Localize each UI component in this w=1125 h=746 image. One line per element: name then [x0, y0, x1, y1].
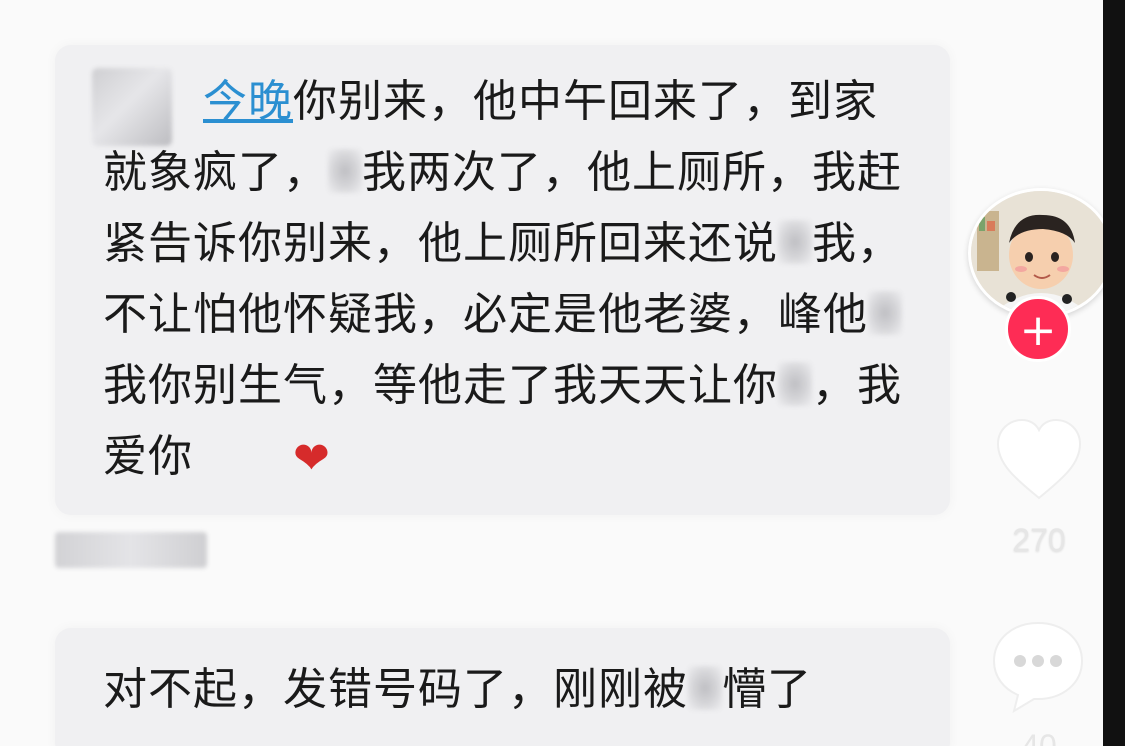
like-count: 270	[1012, 522, 1066, 558]
comment-bubble-icon	[992, 621, 1084, 714]
timestamp-blurred	[55, 532, 207, 568]
plus-icon: +	[1019, 305, 1057, 356]
screen-edge	[1103, 0, 1125, 746]
screen: 今晚你别来，他中午回来了，到家就象疯了， 我两次了，他上厕所，我赶紧告诉你别来，他…	[0, 0, 1125, 746]
like-button[interactable]	[990, 410, 1088, 508]
comment-button[interactable]	[988, 615, 1088, 715]
message-text: 今晚你别来，他中午回来了，到家就象疯了， 我两次了，他上厕所，我赶紧告诉你别来，他…	[103, 66, 903, 494]
message-segment: 对不起，发错号码了，刚刚被	[103, 664, 688, 715]
heart-icon	[996, 418, 1082, 500]
censor-blur	[688, 666, 722, 710]
comment-count: 40	[1021, 728, 1057, 746]
message-text: 对不起，发错号码了，刚刚被 懵了	[103, 654, 903, 725]
follow-button[interactable]: +	[1005, 296, 1071, 362]
censor-blur	[778, 220, 812, 264]
message-segment: 我你别生气，等他走了我天天让你	[103, 360, 778, 411]
censor-blur	[778, 362, 812, 406]
censor-blur	[868, 291, 902, 335]
censor-blur	[328, 149, 362, 193]
message-segment: 懵了	[722, 664, 812, 715]
heart-emoji-icon: ❤	[293, 433, 331, 484]
link-word[interactable]: 今晚	[203, 76, 293, 127]
